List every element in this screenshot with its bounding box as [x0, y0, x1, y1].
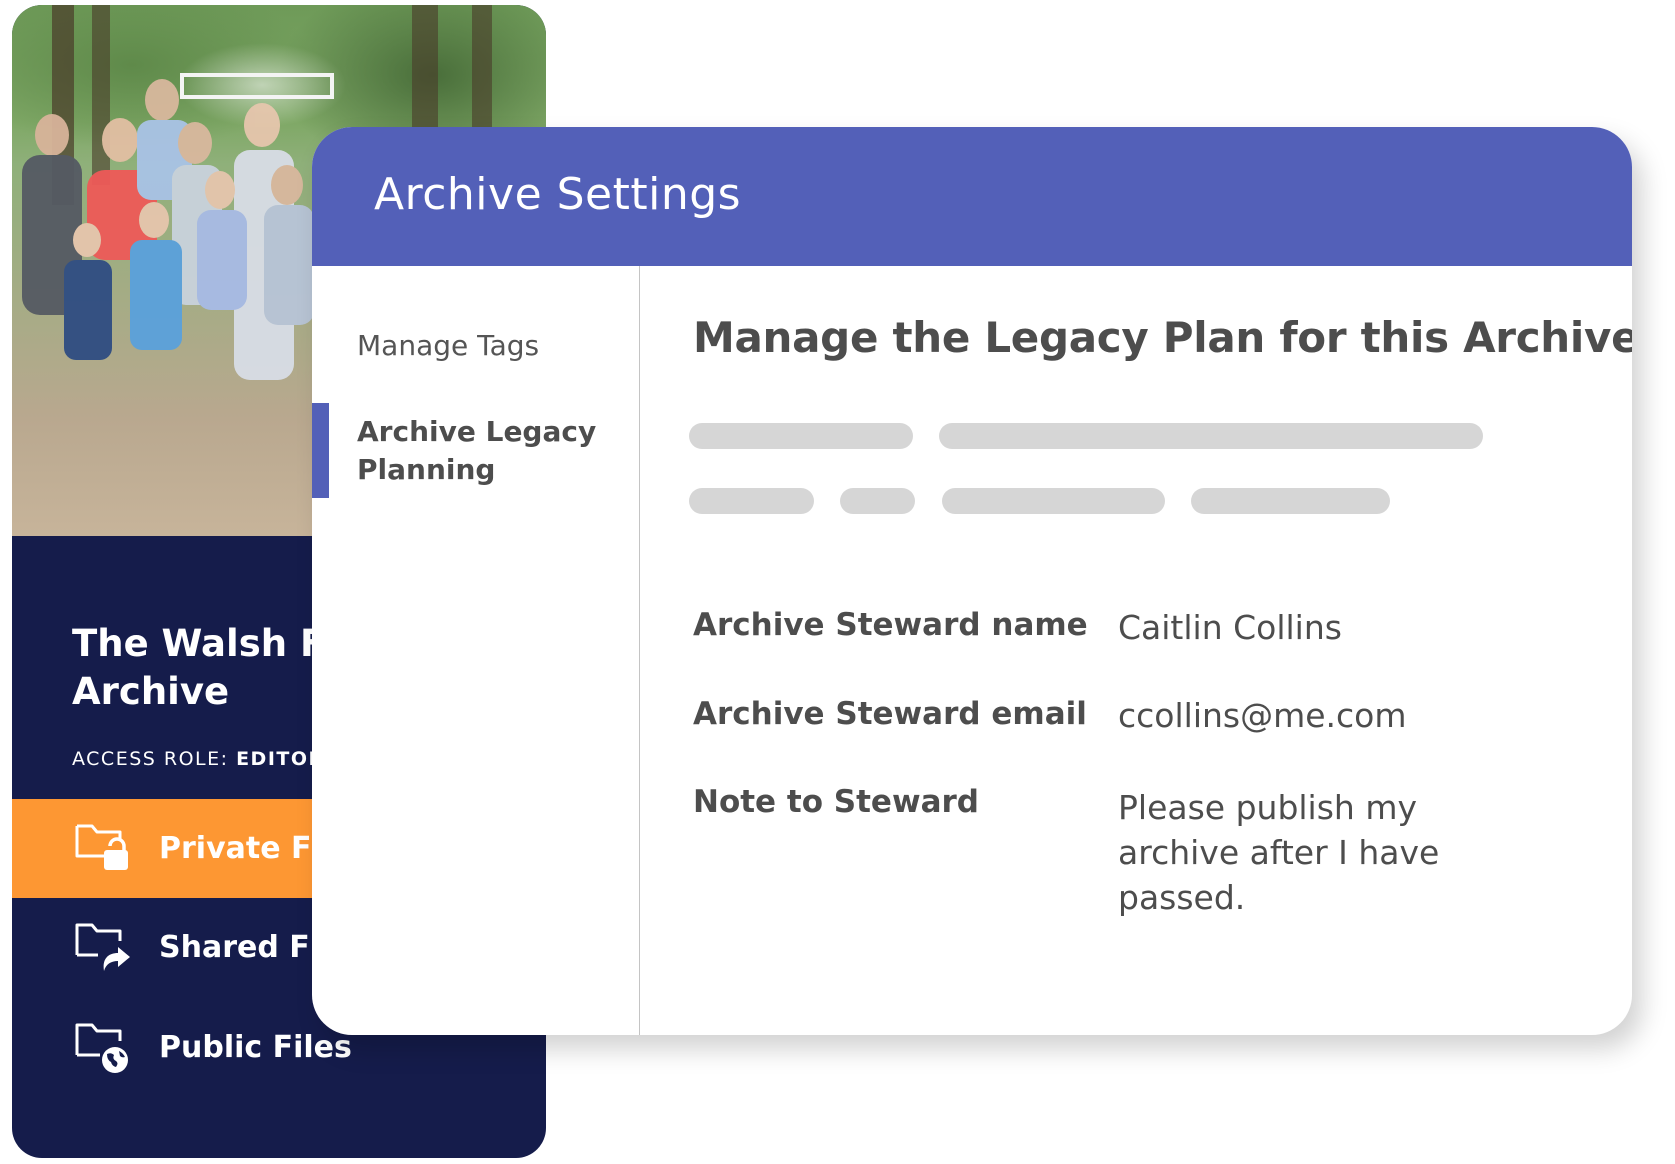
placeholder-line — [689, 488, 814, 514]
nav-label: Public Files — [159, 1030, 352, 1065]
settings-header: Archive Settings — [312, 127, 1632, 266]
steward-name-label: Archive Steward name — [693, 607, 1088, 643]
access-role: ACCESS ROLE: EDITOR — [72, 748, 325, 770]
access-role-label: ACCESS ROLE: — [72, 748, 229, 770]
page-heading: Manage the Legacy Plan for this Archive — [693, 313, 1632, 362]
placeholder-line — [942, 488, 1165, 514]
steward-name-value: Caitlin Collins — [1118, 608, 1342, 647]
sidebar-divider — [639, 266, 640, 1035]
active-indicator — [312, 403, 329, 498]
placeholder-line — [939, 423, 1483, 449]
placeholder-line — [840, 488, 915, 514]
placeholder-line — [689, 423, 913, 449]
steward-email-value: ccollins@me.com — [1118, 696, 1407, 735]
folder-share-icon — [75, 923, 130, 971]
settings-title: Archive Settings — [374, 169, 742, 220]
steward-email-label: Archive Steward email — [693, 696, 1087, 732]
folder-lock-icon — [75, 824, 128, 870]
sidebar-item-manage-tags[interactable]: Manage Tags — [357, 327, 539, 365]
sidebar-item-legacy-planning[interactable]: Archive Legacy Planning — [357, 413, 607, 489]
placeholder-line — [1191, 488, 1390, 514]
archive-settings-panel: Archive Settings Manage Tags Archive Leg… — [312, 127, 1632, 1035]
note-to-steward-label: Note to Steward — [693, 784, 979, 820]
note-to-steward-value: Please publish my archive after I have p… — [1118, 788, 1440, 917]
folder-globe-icon — [75, 1023, 128, 1073]
